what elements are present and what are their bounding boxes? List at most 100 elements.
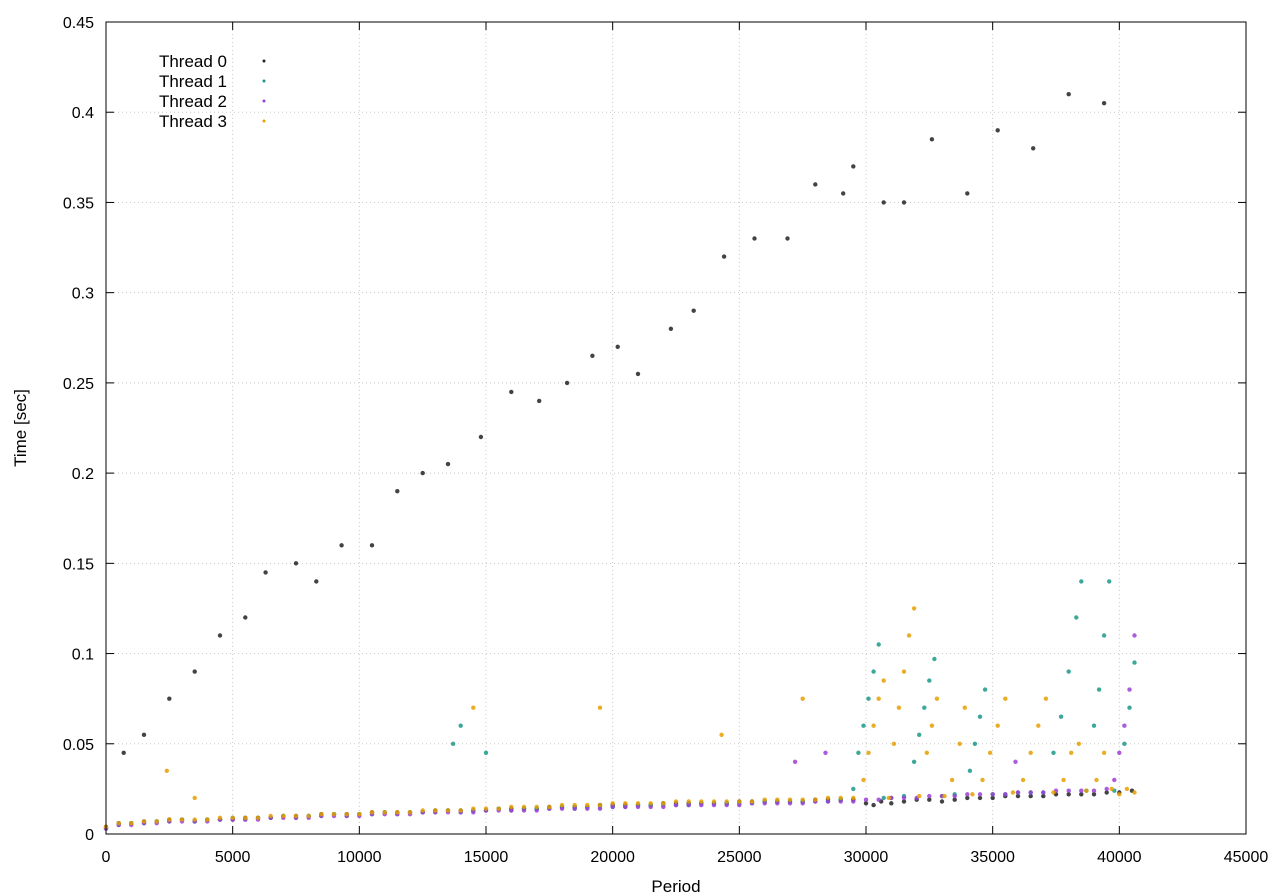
x-tick-label: 0 xyxy=(102,849,111,866)
data-point xyxy=(1112,777,1117,783)
y-tick-label: 0.2 xyxy=(72,466,94,483)
y-tick-label: 0.45 xyxy=(63,15,94,32)
data-point xyxy=(721,254,727,259)
data-point xyxy=(939,799,945,804)
x-tick-label: 5000 xyxy=(215,849,251,866)
data-point xyxy=(917,732,922,737)
data-point xyxy=(668,326,674,331)
data-point xyxy=(471,705,476,710)
data-point xyxy=(478,434,484,440)
y-tick-label: 0.25 xyxy=(63,376,94,393)
data-point xyxy=(1101,101,1107,106)
y-tick-label: 0.05 xyxy=(63,737,94,754)
data-point xyxy=(1058,714,1064,719)
y-tick-label: 0.3 xyxy=(72,286,94,303)
data-point xyxy=(1066,92,1071,97)
data-point xyxy=(863,797,869,802)
legend-marker xyxy=(262,119,266,123)
data-point xyxy=(281,813,286,819)
data-point xyxy=(838,795,843,801)
data-point xyxy=(982,687,988,692)
data-point xyxy=(775,797,780,802)
data-point xyxy=(369,810,375,815)
data-point xyxy=(445,808,451,813)
data-point xyxy=(597,802,603,808)
data-point xyxy=(483,806,489,811)
data-point xyxy=(572,802,577,808)
data-point xyxy=(1036,723,1041,728)
data-point xyxy=(1066,788,1071,793)
data-point xyxy=(1091,723,1097,728)
data-point xyxy=(891,741,897,746)
scatter-chart: 0 5000 10000 15000 20000 25000 30000 35000 40000… xyxy=(0,0,1280,896)
data-point xyxy=(1043,696,1049,701)
data-point xyxy=(972,741,978,746)
data-point xyxy=(977,792,983,797)
data-point xyxy=(1091,788,1097,793)
legend-label: Thread 3 xyxy=(159,112,227,131)
data-point xyxy=(965,191,970,196)
data-point xyxy=(719,732,724,737)
data-point xyxy=(1020,777,1026,783)
x-axis-label: Period xyxy=(651,877,700,896)
data-point xyxy=(881,678,886,683)
data-point xyxy=(547,804,552,810)
data-point xyxy=(420,808,425,813)
data-point xyxy=(357,812,362,817)
data-point xyxy=(1132,633,1137,638)
data-point xyxy=(243,615,248,620)
data-point xyxy=(813,797,818,802)
data-point xyxy=(1122,741,1127,746)
y-tick-label: 0.1 xyxy=(72,647,94,664)
data-point xyxy=(929,137,935,142)
data-point xyxy=(564,380,570,386)
data-point xyxy=(635,371,641,377)
data-point xyxy=(121,750,126,755)
data-point xyxy=(610,801,615,806)
data-point xyxy=(906,633,912,638)
data-point xyxy=(1104,786,1109,792)
data-point xyxy=(1101,750,1107,755)
data-point xyxy=(932,656,937,662)
data-point xyxy=(1079,579,1084,584)
x-tick-label: 25000 xyxy=(717,849,762,866)
data-point xyxy=(1051,790,1056,795)
data-point xyxy=(116,821,121,826)
legend-marker xyxy=(262,99,266,103)
data-point xyxy=(319,812,324,817)
data-point xyxy=(635,801,641,806)
data-point xyxy=(154,819,159,824)
data-point xyxy=(871,802,876,808)
data-point xyxy=(990,792,995,797)
data-point xyxy=(471,806,476,811)
data-point xyxy=(433,808,438,813)
data-point xyxy=(901,795,907,801)
data-point xyxy=(268,813,273,819)
data-point xyxy=(876,696,881,701)
data-point xyxy=(792,759,798,764)
data-point xyxy=(871,723,876,728)
data-point xyxy=(205,817,210,822)
data-point xyxy=(230,815,235,820)
data-point xyxy=(509,804,514,810)
data-point xyxy=(293,561,299,566)
data-point xyxy=(1074,615,1079,620)
x-tick-label: 35000 xyxy=(970,849,1015,866)
data-point xyxy=(967,768,973,773)
data-point xyxy=(851,164,856,169)
data-point xyxy=(445,461,451,467)
data-point xyxy=(749,799,755,804)
data-point xyxy=(881,795,886,801)
data-point xyxy=(841,191,846,196)
data-point xyxy=(217,815,223,820)
data-point xyxy=(881,200,886,205)
data-point xyxy=(917,793,922,799)
data-point xyxy=(164,768,169,773)
x-tick-label: 45000 xyxy=(1224,849,1269,866)
data-point xyxy=(420,470,425,476)
data-point xyxy=(787,797,793,802)
data-point xyxy=(1109,786,1114,792)
data-point xyxy=(934,696,940,701)
data-point xyxy=(661,801,666,806)
data-point xyxy=(762,797,767,802)
